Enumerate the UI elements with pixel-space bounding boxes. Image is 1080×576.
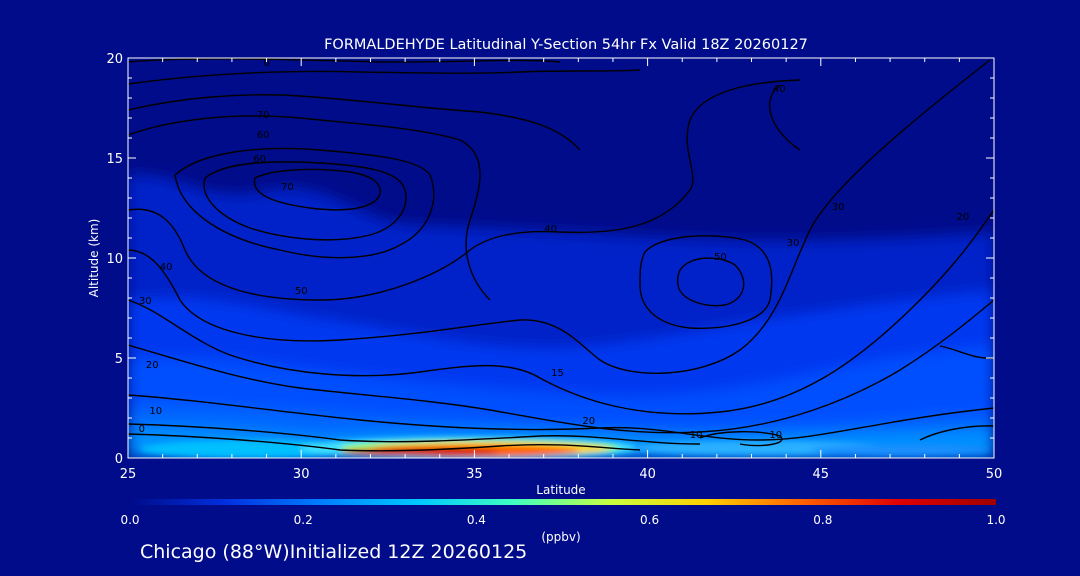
x-tick-label: 50 [986,467,1003,482]
x-tick-label: 45 [813,467,830,482]
chart-canvas: FORMALDEHYDE Latitudinal Y-Section 54hr … [87,37,1006,544]
y-tick-label: 20 [106,52,123,67]
chart-title: FORMALDEHYDE Latitudinal Y-Section 54hr … [324,37,808,53]
footer-info: Chicago (88°W)Initialized 12Z 20260125 [140,541,528,563]
colorbar-ticks: 0.0 0.2 0.4 0.6 0.8 1.0 [120,513,1005,527]
colorbar-tick-label: 0.4 [467,513,486,527]
contour-label: 30 [832,202,845,213]
contour-label: 60 [257,130,270,141]
colorbar-tick-label: 0.0 [120,513,139,527]
plot-area: 04070606070405030302040503020100152010 10 [128,58,994,458]
contour-label: 50 [714,252,727,263]
x-tick-label: 30 [293,467,310,482]
colorbar [130,499,996,505]
contour-label: 40 [160,262,173,273]
contour-label: 70 [281,182,294,193]
contour-label: 70 [257,110,270,121]
x-tick-label: 35 [466,467,483,482]
contour-label: 30 [787,238,800,249]
colorbar-tick-label: 1.0 [986,513,1005,527]
contour-label: 20 [146,360,159,371]
contour-label: 10 [690,430,703,441]
x-tick-label: 25 [120,467,137,482]
contour-label: 60 [253,154,266,165]
contour-label: 20 [582,416,595,427]
colorbar-tick-label: 0.2 [294,513,313,527]
contour-label: 30 [139,296,152,307]
y-tick-label: 5 [115,352,123,367]
colorbar-label: (ppbv) [541,530,580,544]
y-tick-label: 0 [115,452,123,467]
contour-label: 50 [295,286,308,297]
y-axis-label: Altitude (km) [87,219,101,298]
y-tick-label: 10 [106,252,123,267]
contour-label: 0 [139,424,145,435]
x-axis-label: Latitude [536,483,585,497]
y-tick-label: 15 [106,152,123,167]
contour-label: 10 [769,430,782,441]
x-tick-label: 40 [639,467,656,482]
colorbar-tick-label: 0.6 [640,513,659,527]
contour-label: 20 [956,212,969,223]
colorbar-tick-label: 0.8 [813,513,832,527]
contour-label: 10 [149,406,162,417]
contour-label: 15 [551,368,564,379]
contour-label: 40 [544,224,557,235]
contour-label: 40 [773,84,786,95]
